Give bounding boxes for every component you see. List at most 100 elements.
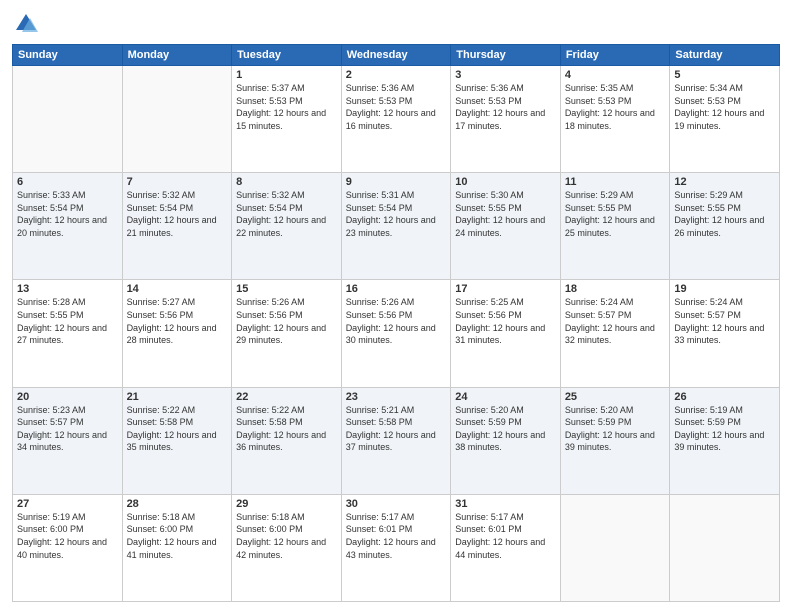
calendar-cell	[13, 66, 123, 173]
calendar-cell: 3Sunrise: 5:36 AM Sunset: 5:53 PM Daylig…	[451, 66, 561, 173]
day-number: 28	[127, 498, 228, 510]
day-number: 27	[17, 498, 118, 510]
calendar-cell: 27Sunrise: 5:19 AM Sunset: 6:00 PM Dayli…	[13, 494, 123, 601]
calendar-week-4: 20Sunrise: 5:23 AM Sunset: 5:57 PM Dayli…	[13, 387, 780, 494]
calendar-cell: 21Sunrise: 5:22 AM Sunset: 5:58 PM Dayli…	[122, 387, 232, 494]
day-number: 15	[236, 283, 337, 295]
day-number: 21	[127, 391, 228, 403]
day-number: 13	[17, 283, 118, 295]
calendar-week-1: 1Sunrise: 5:37 AM Sunset: 5:53 PM Daylig…	[13, 66, 780, 173]
day-number: 8	[236, 176, 337, 188]
day-info: Sunrise: 5:20 AM Sunset: 5:59 PM Dayligh…	[565, 404, 666, 454]
day-info: Sunrise: 5:27 AM Sunset: 5:56 PM Dayligh…	[127, 296, 228, 346]
day-info: Sunrise: 5:25 AM Sunset: 5:56 PM Dayligh…	[455, 296, 556, 346]
calendar-cell: 15Sunrise: 5:26 AM Sunset: 5:56 PM Dayli…	[232, 280, 342, 387]
day-number: 1	[236, 69, 337, 81]
calendar-cell: 28Sunrise: 5:18 AM Sunset: 6:00 PM Dayli…	[122, 494, 232, 601]
calendar-week-5: 27Sunrise: 5:19 AM Sunset: 6:00 PM Dayli…	[13, 494, 780, 601]
day-number: 26	[674, 391, 775, 403]
day-info: Sunrise: 5:22 AM Sunset: 5:58 PM Dayligh…	[127, 404, 228, 454]
calendar-cell: 23Sunrise: 5:21 AM Sunset: 5:58 PM Dayli…	[341, 387, 451, 494]
day-info: Sunrise: 5:22 AM Sunset: 5:58 PM Dayligh…	[236, 404, 337, 454]
day-number: 2	[346, 69, 447, 81]
calendar-cell: 10Sunrise: 5:30 AM Sunset: 5:55 PM Dayli…	[451, 173, 561, 280]
day-info: Sunrise: 5:24 AM Sunset: 5:57 PM Dayligh…	[674, 296, 775, 346]
calendar-cell: 17Sunrise: 5:25 AM Sunset: 5:56 PM Dayli…	[451, 280, 561, 387]
day-info: Sunrise: 5:26 AM Sunset: 5:56 PM Dayligh…	[236, 296, 337, 346]
day-number: 25	[565, 391, 666, 403]
calendar-cell: 20Sunrise: 5:23 AM Sunset: 5:57 PM Dayli…	[13, 387, 123, 494]
day-number: 31	[455, 498, 556, 510]
logo-icon	[12, 10, 40, 38]
logo	[12, 10, 44, 38]
calendar-table: SundayMondayTuesdayWednesdayThursdayFrid…	[12, 44, 780, 602]
day-number: 17	[455, 283, 556, 295]
calendar-cell: 11Sunrise: 5:29 AM Sunset: 5:55 PM Dayli…	[560, 173, 670, 280]
calendar-cell: 13Sunrise: 5:28 AM Sunset: 5:55 PM Dayli…	[13, 280, 123, 387]
calendar-cell	[560, 494, 670, 601]
day-number: 19	[674, 283, 775, 295]
day-info: Sunrise: 5:34 AM Sunset: 5:53 PM Dayligh…	[674, 82, 775, 132]
day-number: 3	[455, 69, 556, 81]
calendar-cell: 25Sunrise: 5:20 AM Sunset: 5:59 PM Dayli…	[560, 387, 670, 494]
day-number: 24	[455, 391, 556, 403]
calendar-cell: 1Sunrise: 5:37 AM Sunset: 5:53 PM Daylig…	[232, 66, 342, 173]
calendar-header-thursday: Thursday	[451, 45, 561, 66]
calendar-cell: 31Sunrise: 5:17 AM Sunset: 6:01 PM Dayli…	[451, 494, 561, 601]
day-number: 23	[346, 391, 447, 403]
day-info: Sunrise: 5:23 AM Sunset: 5:57 PM Dayligh…	[17, 404, 118, 454]
calendar-cell: 22Sunrise: 5:22 AM Sunset: 5:58 PM Dayli…	[232, 387, 342, 494]
day-info: Sunrise: 5:33 AM Sunset: 5:54 PM Dayligh…	[17, 189, 118, 239]
calendar-cell: 30Sunrise: 5:17 AM Sunset: 6:01 PM Dayli…	[341, 494, 451, 601]
calendar-cell: 9Sunrise: 5:31 AM Sunset: 5:54 PM Daylig…	[341, 173, 451, 280]
calendar-cell: 8Sunrise: 5:32 AM Sunset: 5:54 PM Daylig…	[232, 173, 342, 280]
day-info: Sunrise: 5:28 AM Sunset: 5:55 PM Dayligh…	[17, 296, 118, 346]
day-info: Sunrise: 5:24 AM Sunset: 5:57 PM Dayligh…	[565, 296, 666, 346]
day-info: Sunrise: 5:17 AM Sunset: 6:01 PM Dayligh…	[455, 511, 556, 561]
calendar-cell	[122, 66, 232, 173]
header	[12, 10, 780, 38]
calendar-header-saturday: Saturday	[670, 45, 780, 66]
day-info: Sunrise: 5:18 AM Sunset: 6:00 PM Dayligh…	[236, 511, 337, 561]
calendar-header-sunday: Sunday	[13, 45, 123, 66]
calendar-header-row: SundayMondayTuesdayWednesdayThursdayFrid…	[13, 45, 780, 66]
day-number: 30	[346, 498, 447, 510]
calendar-cell: 5Sunrise: 5:34 AM Sunset: 5:53 PM Daylig…	[670, 66, 780, 173]
calendar-cell: 26Sunrise: 5:19 AM Sunset: 5:59 PM Dayli…	[670, 387, 780, 494]
day-info: Sunrise: 5:35 AM Sunset: 5:53 PM Dayligh…	[565, 82, 666, 132]
day-number: 4	[565, 69, 666, 81]
day-info: Sunrise: 5:36 AM Sunset: 5:53 PM Dayligh…	[455, 82, 556, 132]
calendar-cell	[670, 494, 780, 601]
day-info: Sunrise: 5:19 AM Sunset: 6:00 PM Dayligh…	[17, 511, 118, 561]
day-number: 9	[346, 176, 447, 188]
day-number: 20	[17, 391, 118, 403]
calendar-header-wednesday: Wednesday	[341, 45, 451, 66]
day-number: 7	[127, 176, 228, 188]
day-number: 6	[17, 176, 118, 188]
day-info: Sunrise: 5:19 AM Sunset: 5:59 PM Dayligh…	[674, 404, 775, 454]
day-number: 12	[674, 176, 775, 188]
calendar-cell: 7Sunrise: 5:32 AM Sunset: 5:54 PM Daylig…	[122, 173, 232, 280]
day-info: Sunrise: 5:29 AM Sunset: 5:55 PM Dayligh…	[565, 189, 666, 239]
day-number: 22	[236, 391, 337, 403]
calendar-cell: 19Sunrise: 5:24 AM Sunset: 5:57 PM Dayli…	[670, 280, 780, 387]
calendar-cell: 2Sunrise: 5:36 AM Sunset: 5:53 PM Daylig…	[341, 66, 451, 173]
day-number: 29	[236, 498, 337, 510]
day-info: Sunrise: 5:37 AM Sunset: 5:53 PM Dayligh…	[236, 82, 337, 132]
day-info: Sunrise: 5:32 AM Sunset: 5:54 PM Dayligh…	[127, 189, 228, 239]
day-info: Sunrise: 5:20 AM Sunset: 5:59 PM Dayligh…	[455, 404, 556, 454]
calendar-cell: 24Sunrise: 5:20 AM Sunset: 5:59 PM Dayli…	[451, 387, 561, 494]
day-info: Sunrise: 5:26 AM Sunset: 5:56 PM Dayligh…	[346, 296, 447, 346]
day-number: 11	[565, 176, 666, 188]
calendar-cell: 12Sunrise: 5:29 AM Sunset: 5:55 PM Dayli…	[670, 173, 780, 280]
day-info: Sunrise: 5:21 AM Sunset: 5:58 PM Dayligh…	[346, 404, 447, 454]
day-info: Sunrise: 5:31 AM Sunset: 5:54 PM Dayligh…	[346, 189, 447, 239]
day-info: Sunrise: 5:36 AM Sunset: 5:53 PM Dayligh…	[346, 82, 447, 132]
calendar-cell: 6Sunrise: 5:33 AM Sunset: 5:54 PM Daylig…	[13, 173, 123, 280]
calendar-header-friday: Friday	[560, 45, 670, 66]
day-info: Sunrise: 5:29 AM Sunset: 5:55 PM Dayligh…	[674, 189, 775, 239]
calendar-cell: 14Sunrise: 5:27 AM Sunset: 5:56 PM Dayli…	[122, 280, 232, 387]
calendar-week-3: 13Sunrise: 5:28 AM Sunset: 5:55 PM Dayli…	[13, 280, 780, 387]
calendar-week-2: 6Sunrise: 5:33 AM Sunset: 5:54 PM Daylig…	[13, 173, 780, 280]
day-number: 18	[565, 283, 666, 295]
